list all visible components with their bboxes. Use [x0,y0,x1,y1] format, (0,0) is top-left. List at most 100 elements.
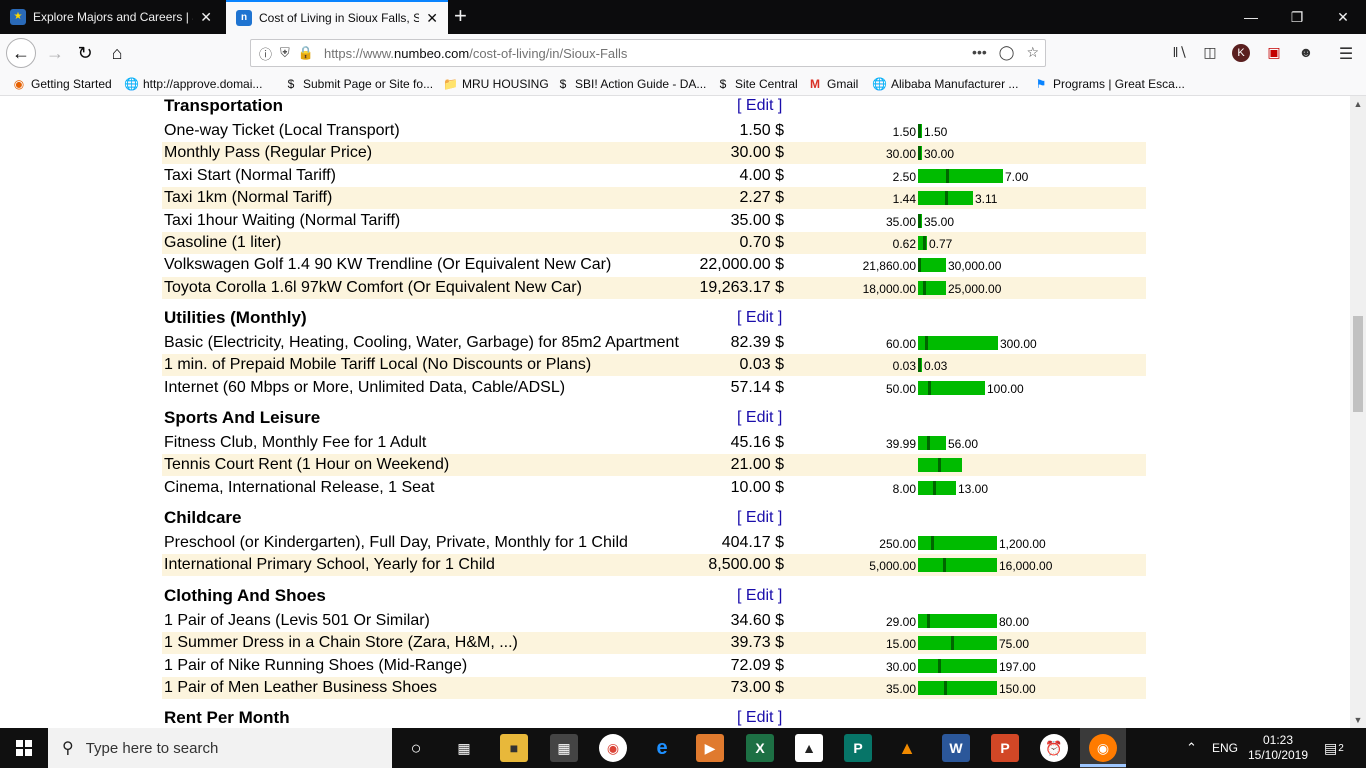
photos-icon[interactable]: ▲ [795,734,823,762]
price-range-bar [918,258,946,273]
shield-icon[interactable]: ⛨ [280,45,290,61]
bookmark-approve-domain[interactable]: 🌐 http://approve.domai... [124,75,262,93]
taskbar-search-box[interactable]: ⚲ Type here to search [48,728,392,768]
range-max: 75.00 [999,637,1030,652]
range-max: 0.77 [929,237,953,251]
url-bar[interactable]: ⓘ ⛨ 🔒 https://www. numbeo.com/cost-of-liv… [250,39,1046,67]
notification-icon[interactable]: ▤ 2 [1324,728,1344,768]
item-price: 39.73 $ [730,634,784,652]
table-row: Volkswagen Golf 1.4 90 KW Trendline (Or … [162,254,1146,276]
table-row: One-way Ticket (Local Transport) 1.50 $ 1.… [162,120,1146,142]
menu-icon[interactable]: ☰ [1336,44,1356,64]
section-title: Rent Per Month [164,708,290,727]
close-icon[interactable]: ✕ [426,10,438,27]
item-price: 0.70 $ [739,234,784,251]
sidebar-icon[interactable]: ◫ [1200,44,1220,61]
scroll-down-icon[interactable]: ▼ [1350,712,1366,728]
bookmark-getting-started[interactable]: ◉ Getting Started [12,75,112,93]
home-button[interactable]: ⌂ [102,38,132,68]
price-range-bar [918,336,998,350]
edit-link[interactable]: [ Edit ] [737,509,782,527]
item-name: Gasoline (1 liter) [164,234,282,251]
table-row: Taxi Start (Normal Tariff) 4.00 $ 2.50 7.00 [162,165,1146,187]
extension-icon[interactable]: ▣ [1264,44,1284,61]
bookmark-gmail[interactable]: M Gmail [808,75,858,93]
file-explorer-icon[interactable]: ■ [500,734,528,762]
page-actions-menu[interactable]: ••• [972,44,987,61]
edit-link[interactable]: [ Edit ] [737,409,782,427]
navigation-toolbar: ← → ↻ ⌂ ⓘ ⛨ 🔒 https://www. numbeo.com/cos… [0,34,1366,72]
clock-time: 01:23 [1262,733,1294,747]
bookmark-mru-housing[interactable]: 📁 MRU HOUSING [443,75,549,93]
edge-icon[interactable]: e [648,734,676,762]
profile-avatar[interactable]: K [1232,44,1250,62]
table-row: Taxi 1km (Normal Tariff) 2.27 $ 1.44 3.11 [162,187,1146,210]
range-min: 21,860.00 [862,259,916,274]
star-icon[interactable]: ☆ [1026,44,1039,61]
range-min: 29.00 [885,615,916,629]
forward-button[interactable]: → [40,38,70,68]
bookmark-sbi-action-guide[interactable]: $ SBI! Action Guide - DA... [556,75,707,93]
publisher-icon[interactable]: P [844,734,872,762]
range-max: 197.00 [999,659,1036,674]
item-price: 22,000.00 $ [699,256,784,274]
bookmark-alibaba[interactable]: 🌐 Alibaba Manufacturer ... [872,75,1018,93]
dollar-icon: $ [287,77,295,91]
bookmark-site-central[interactable]: $ Site Central [716,75,798,93]
edit-link[interactable]: [ Edit ] [737,587,782,605]
tab-cost-of-living[interactable]: n Cost of Living in Sioux Falls, So ✕ [226,0,448,34]
globe-icon: 🌐 [124,77,139,91]
edit-link[interactable]: [ Edit ] [737,309,782,327]
item-name: Basic (Electricity, Heating, Cooling, Wa… [164,334,679,351]
bookmark-submit-page[interactable]: $ Submit Page or Site fo... [284,75,433,93]
vlc-icon[interactable]: ▲ [893,734,921,762]
window-close-button[interactable]: ✕ [1320,0,1366,34]
info-icon[interactable]: ⓘ [259,44,272,63]
minimize-button[interactable]: — [1228,0,1274,34]
word-icon[interactable]: W [942,734,970,762]
firefox-icon: ◉ [1089,734,1117,762]
table-row: Internet (60 Mbps or More, Unlimited Dat… [162,377,1146,399]
range-max: 0.03 [924,359,948,374]
excel-icon[interactable]: X [746,734,774,762]
clock[interactable]: 01:23 15/10/2019 [1248,728,1308,768]
scroll-thumb[interactable] [1353,316,1363,412]
back-button[interactable]: ← [6,38,36,68]
tray-overflow-icon[interactable]: ⌃ [1186,728,1197,768]
tab-explore-majors[interactable]: ★ Explore Majors and Careers | So ✕ [0,0,222,34]
item-price: 19,263.17 $ [699,278,784,296]
language-indicator[interactable]: ENG [1212,728,1238,768]
reload-button[interactable]: ↻ [70,38,100,68]
restore-button[interactable]: ❐ [1274,0,1320,34]
range-max: 56.00 [948,437,979,451]
calculator-icon[interactable]: ▦ [550,734,578,762]
library-icon[interactable]: ‖∖ [1170,44,1190,61]
range-min: 18,000.00 [862,281,916,296]
tab-strip: ★ Explore Majors and Careers | So ✕ n Co… [0,0,1366,34]
vertical-scrollbar[interactable]: ▲ ▼ [1350,96,1366,728]
bookmark-icon: ⚑ [1035,77,1047,91]
close-icon[interactable]: ✕ [200,9,212,26]
search-icon: ⚲ [62,740,74,757]
range-min: 35.00 [885,682,916,697]
chrome-icon[interactable]: ◉ [599,734,627,762]
range-min: 39.99 [885,437,916,451]
powerpoint-icon[interactable]: P [991,734,1019,762]
item-name: International Primary School, Yearly for… [164,556,495,574]
lock-icon[interactable]: 🔒 [298,45,314,61]
new-tab-button[interactable]: + [454,4,467,28]
account-icon[interactable]: ☻ [1296,44,1316,60]
bookmark-great-escape[interactable]: ⚑ Programs | Great Esca... [1034,75,1185,93]
cortana-icon[interactable]: ○ [402,734,430,762]
table-row: Preschool (or Kindergarten), Full Day, P… [162,532,1146,554]
scroll-up-icon[interactable]: ▲ [1350,96,1366,112]
edit-link[interactable]: [ Edit ] [737,97,782,115]
table-row: Tennis Court Rent (1 Hour on Weekend) 21.… [162,454,1146,477]
task-view-icon[interactable]: ▦ [450,734,478,762]
video-editor-icon[interactable]: ▶ [696,734,724,762]
edit-link[interactable]: [ Edit ] [737,709,782,727]
alarm-clock-icon[interactable]: ⏰ [1040,734,1068,762]
bookmarks-toolbar: ◉ Getting Started 🌐 http://approve.domai..… [0,72,1366,96]
start-button[interactable] [0,728,48,768]
pocket-icon[interactable]: ◯ [999,44,1015,61]
